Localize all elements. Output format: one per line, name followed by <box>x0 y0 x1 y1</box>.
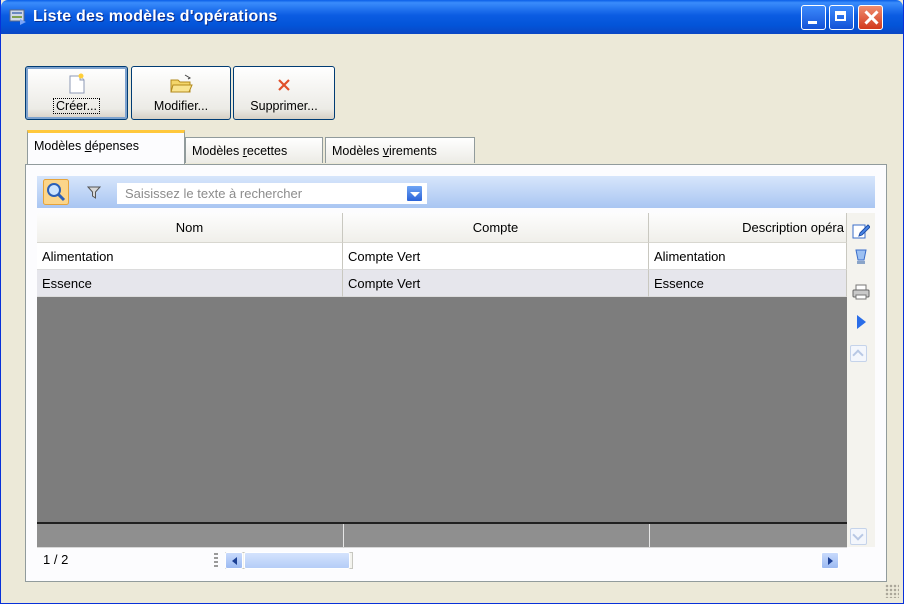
table-cell[interactable]: Essence <box>649 270 847 297</box>
scroll-up-button[interactable] <box>850 345 867 362</box>
create-button[interactable]: Créer... <box>25 66 128 120</box>
play-icon[interactable] <box>852 313 870 331</box>
divider <box>343 524 344 547</box>
scroll-down-button[interactable] <box>850 528 867 545</box>
column-header-account[interactable]: Compte <box>343 213 649 243</box>
minimize-button[interactable] <box>801 5 826 30</box>
window-title: Liste des modèles d'opérations <box>33 8 278 25</box>
create-label: Créer... <box>53 98 100 114</box>
tab-label-post: ecettes <box>246 144 288 158</box>
search-icon[interactable] <box>43 179 69 205</box>
resize-grip[interactable] <box>885 584 899 598</box>
export-icon[interactable] <box>852 248 870 266</box>
title-bar[interactable]: Liste des modèles d'opérations <box>1 0 903 34</box>
scroll-right-button[interactable] <box>821 552 839 569</box>
delete-button[interactable]: Supprimer... <box>233 66 335 120</box>
tab-label-pre: Modèles <box>34 139 85 153</box>
maximize-button[interactable] <box>829 5 854 30</box>
table-footer-row <box>37 522 847 547</box>
print-icon[interactable] <box>852 283 870 301</box>
modify-label: Modifier... <box>153 99 209 113</box>
search-dropdown-button[interactable] <box>406 185 423 202</box>
tab-label-key: d <box>84 139 92 153</box>
edit-icon[interactable] <box>852 222 870 240</box>
delete-x-icon <box>278 79 290 91</box>
app-icon <box>9 9 26 25</box>
tab-label-pre: Modèles <box>332 144 383 158</box>
close-button[interactable] <box>858 5 883 30</box>
table-cell[interactable]: Essence <box>37 270 343 297</box>
main-window: Liste des modèles d'opérations Créer... … <box>0 0 904 604</box>
table-cell[interactable]: Compte Vert <box>343 270 649 297</box>
scroll-thumb[interactable] <box>244 552 350 569</box>
table-cell[interactable]: Compte Vert <box>343 243 649 270</box>
search-placeholder: Saisissez le texte à rechercher <box>125 186 303 201</box>
tab-transfer-templates[interactable]: Modèles virements <box>325 137 475 163</box>
page-count: 1 / 2 <box>43 552 69 567</box>
tab-label-post: épenses <box>91 139 139 153</box>
new-document-icon <box>69 73 84 94</box>
delete-label: Supprimer... <box>250 99 318 113</box>
scroll-left-button[interactable] <box>225 552 243 569</box>
table-cell[interactable]: Alimentation <box>649 243 847 270</box>
divider <box>649 524 650 547</box>
filter-icon[interactable] <box>87 185 101 199</box>
splitter-grip[interactable] <box>214 553 218 567</box>
modify-button[interactable]: Modifier... <box>131 66 231 120</box>
tab-label-pre: Modèles <box>192 144 243 158</box>
tab-income-templates[interactable]: Modèles recettes <box>185 137 323 163</box>
open-folder-icon <box>170 74 193 93</box>
column-header-name[interactable]: Nom <box>37 213 343 243</box>
table-cell[interactable]: Alimentation <box>37 243 343 270</box>
column-header-description[interactable]: Description opéra <box>649 213 847 243</box>
tab-label-post: irements <box>388 144 437 158</box>
tab-expense-templates[interactable]: Modèles dépenses <box>27 130 185 164</box>
status-bar <box>37 547 847 573</box>
